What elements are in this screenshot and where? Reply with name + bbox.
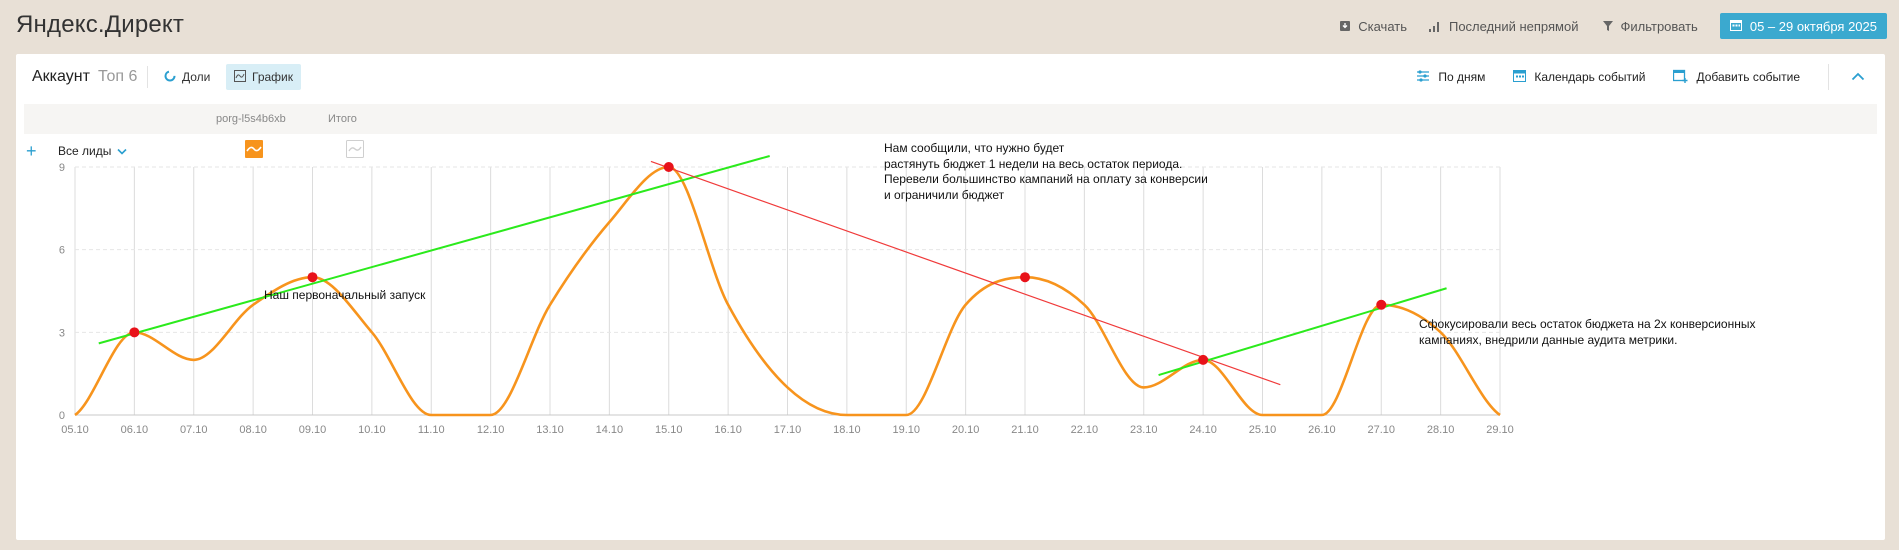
x-tick-label: 17.10	[774, 424, 802, 436]
data-point-marker	[1198, 354, 1209, 365]
x-tick-label: 07.10	[180, 424, 208, 436]
date-range-button[interactable]: 05 – 29 октября 2025	[1719, 13, 1887, 39]
x-tick-label: 06.10	[121, 424, 149, 436]
data-point-marker	[663, 162, 674, 172]
x-tick-label: 16.10	[714, 424, 742, 436]
top-actions: Скачать Последний непрямой Фильтровать 0…	[1338, 12, 1887, 40]
download-label: Скачать	[1358, 18, 1407, 34]
x-tick-label: 23.10	[1130, 424, 1158, 436]
x-tick-label: 27.10	[1367, 424, 1395, 436]
x-tick-label: 29.10	[1486, 424, 1514, 436]
x-tick-label: 08.10	[239, 424, 267, 436]
x-tick-label: 24.10	[1189, 424, 1217, 436]
date-range-label: 05 – 29 октября 2025	[1749, 18, 1877, 34]
x-tick-label: 12.10	[477, 424, 505, 436]
bar-chart-icon	[1429, 19, 1443, 33]
x-tick-label: 19.10	[892, 424, 920, 436]
x-tick-label: 09.10	[299, 424, 327, 436]
filter-button[interactable]: Фильтровать	[1601, 19, 1698, 34]
x-tick-label: 10.10	[358, 424, 386, 436]
attribution-button[interactable]: Последний непрямой	[1429, 19, 1579, 34]
filter-icon	[1601, 19, 1615, 33]
download-button[interactable]: Скачать	[1338, 19, 1407, 34]
app-title: Яндекс.Директ	[16, 11, 185, 38]
data-point-marker	[1376, 299, 1387, 310]
x-tick-label: 20.10	[952, 424, 980, 436]
top-bar: Яндекс.Директ Скачать Последний непрямой…	[0, 0, 1899, 52]
x-tick-label: 26.10	[1308, 424, 1336, 436]
annotation-budget-focus: Сфокусировали весь остаток бюджета на 2х…	[1419, 317, 1756, 347]
x-tick-label: 22.10	[1071, 424, 1099, 436]
y-tick-label: 3	[59, 327, 65, 339]
y-tick-label: 6	[59, 245, 65, 257]
calendar-icon	[1729, 19, 1742, 34]
data-point-marker	[129, 327, 140, 338]
y-tick-label: 0	[59, 410, 65, 422]
attribution-label: Последний непрямой	[1448, 18, 1579, 34]
data-point-marker	[307, 272, 318, 283]
download-icon	[1338, 19, 1352, 33]
y-tick-label: 9	[59, 162, 65, 174]
x-tick-label: 05.10	[61, 424, 89, 436]
x-tick-label: 25.10	[1249, 424, 1277, 436]
x-tick-label: 28.10	[1427, 424, 1455, 436]
x-tick-label: 13.10	[536, 424, 564, 436]
filter-label: Фильтровать	[1620, 18, 1698, 34]
x-tick-label: 11.10	[418, 424, 445, 436]
x-tick-label: 18.10	[833, 424, 861, 436]
x-tick-label: 14.10	[596, 424, 624, 436]
report-card: Аккаунт Топ 6 Доли График По дням Календ…	[16, 54, 1885, 540]
annotation-budget-stretch: Нам сообщили, что нужно будет растянуть …	[884, 141, 1208, 202]
data-point-marker	[1020, 272, 1030, 283]
annotation-launch: Наш первоначальный запуск	[264, 288, 426, 302]
x-tick-label: 15.10	[655, 424, 683, 436]
x-tick-label: 21.10	[1011, 424, 1039, 436]
